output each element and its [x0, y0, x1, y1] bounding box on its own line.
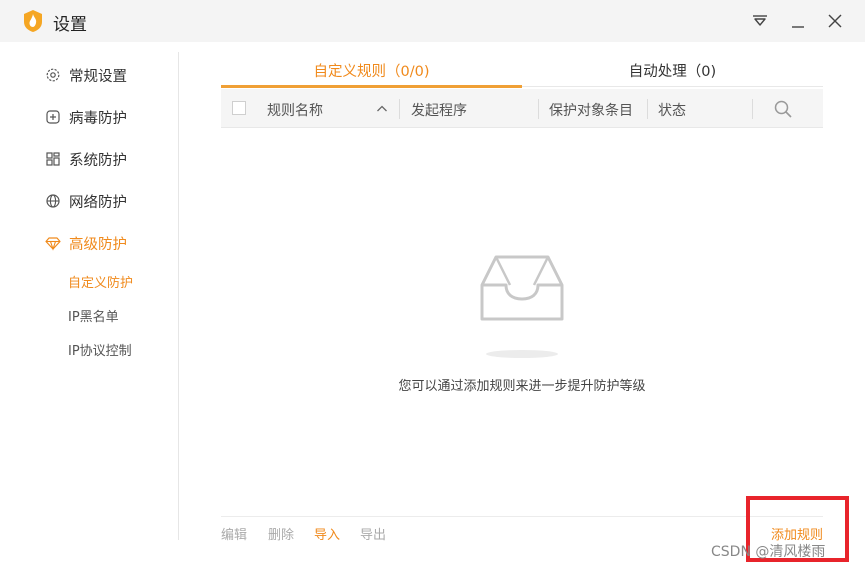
- grid-icon: [44, 151, 61, 168]
- tab-auto-handle[interactable]: 自动处理（0): [522, 60, 823, 88]
- column-rule-name[interactable]: 规则名称: [267, 100, 323, 120]
- gear-icon: [44, 67, 61, 84]
- window-title: 设置: [53, 15, 87, 35]
- sidebar-item-network[interactable]: 网络防护: [44, 189, 127, 213]
- edit-button[interactable]: 编辑: [221, 524, 247, 543]
- globe-icon: [44, 193, 61, 210]
- sidebar-item-general[interactable]: 常规设置: [44, 63, 127, 87]
- empty-inbox-icon: [478, 253, 566, 327]
- tab-custom-rules[interactable]: 自定义规则（0/0): [221, 60, 522, 88]
- sidebar-item-label: 常规设置: [69, 68, 127, 85]
- plus-square-icon: [44, 109, 61, 126]
- column-separator: [399, 99, 400, 119]
- close-icon[interactable]: [823, 9, 847, 33]
- sidebar-item-label: 高级防护: [69, 236, 127, 253]
- column-protected-items[interactable]: 保护对象条目: [549, 100, 633, 120]
- table-header: 规则名称 发起程序 保护对象条目 状态: [221, 89, 823, 128]
- empty-state-message: 您可以通过添加规则来进一步提升防护等级: [398, 379, 646, 394]
- footer-divider: [221, 516, 823, 517]
- sidebar-item-advanced[interactable]: 高级防护: [44, 231, 127, 255]
- title-bar: 设置: [0, 0, 865, 42]
- app-logo-icon: [22, 9, 44, 33]
- sidebar-item-label: 网络防护: [69, 194, 127, 211]
- column-status[interactable]: 状态: [658, 100, 686, 120]
- column-separator: [752, 99, 753, 119]
- watermark: CSDN @清风楼雨: [711, 544, 826, 560]
- subnav-ip-blacklist[interactable]: IP黑名单: [68, 306, 119, 325]
- export-button[interactable]: 导出: [360, 524, 386, 543]
- sidebar-item-system[interactable]: 系统防护: [44, 147, 127, 171]
- tab-active-indicator: [221, 85, 522, 88]
- subnav-custom-protection[interactable]: 自定义防护: [68, 272, 133, 291]
- column-separator: [647, 99, 648, 119]
- sidebar-item-label: 系统防护: [69, 152, 127, 169]
- delete-button[interactable]: 删除: [268, 524, 294, 543]
- import-button[interactable]: 导入: [314, 524, 340, 543]
- minimize-icon[interactable]: [786, 9, 810, 33]
- chevron-up-icon[interactable]: [375, 101, 389, 120]
- menu-dropdown-icon[interactable]: [748, 9, 772, 33]
- empty-shadow: [486, 350, 558, 358]
- diamond-icon: [44, 235, 61, 252]
- sidebar-divider: [178, 52, 179, 540]
- sidebar-item-virus[interactable]: 病毒防护: [44, 105, 127, 129]
- sidebar-item-label: 病毒防护: [69, 110, 127, 127]
- select-all-checkbox[interactable]: [232, 101, 246, 115]
- column-initiator[interactable]: 发起程序: [411, 100, 467, 120]
- search-icon[interactable]: [773, 99, 793, 123]
- subnav-ip-protocol[interactable]: IP协议控制: [68, 340, 132, 359]
- column-separator: [538, 99, 539, 119]
